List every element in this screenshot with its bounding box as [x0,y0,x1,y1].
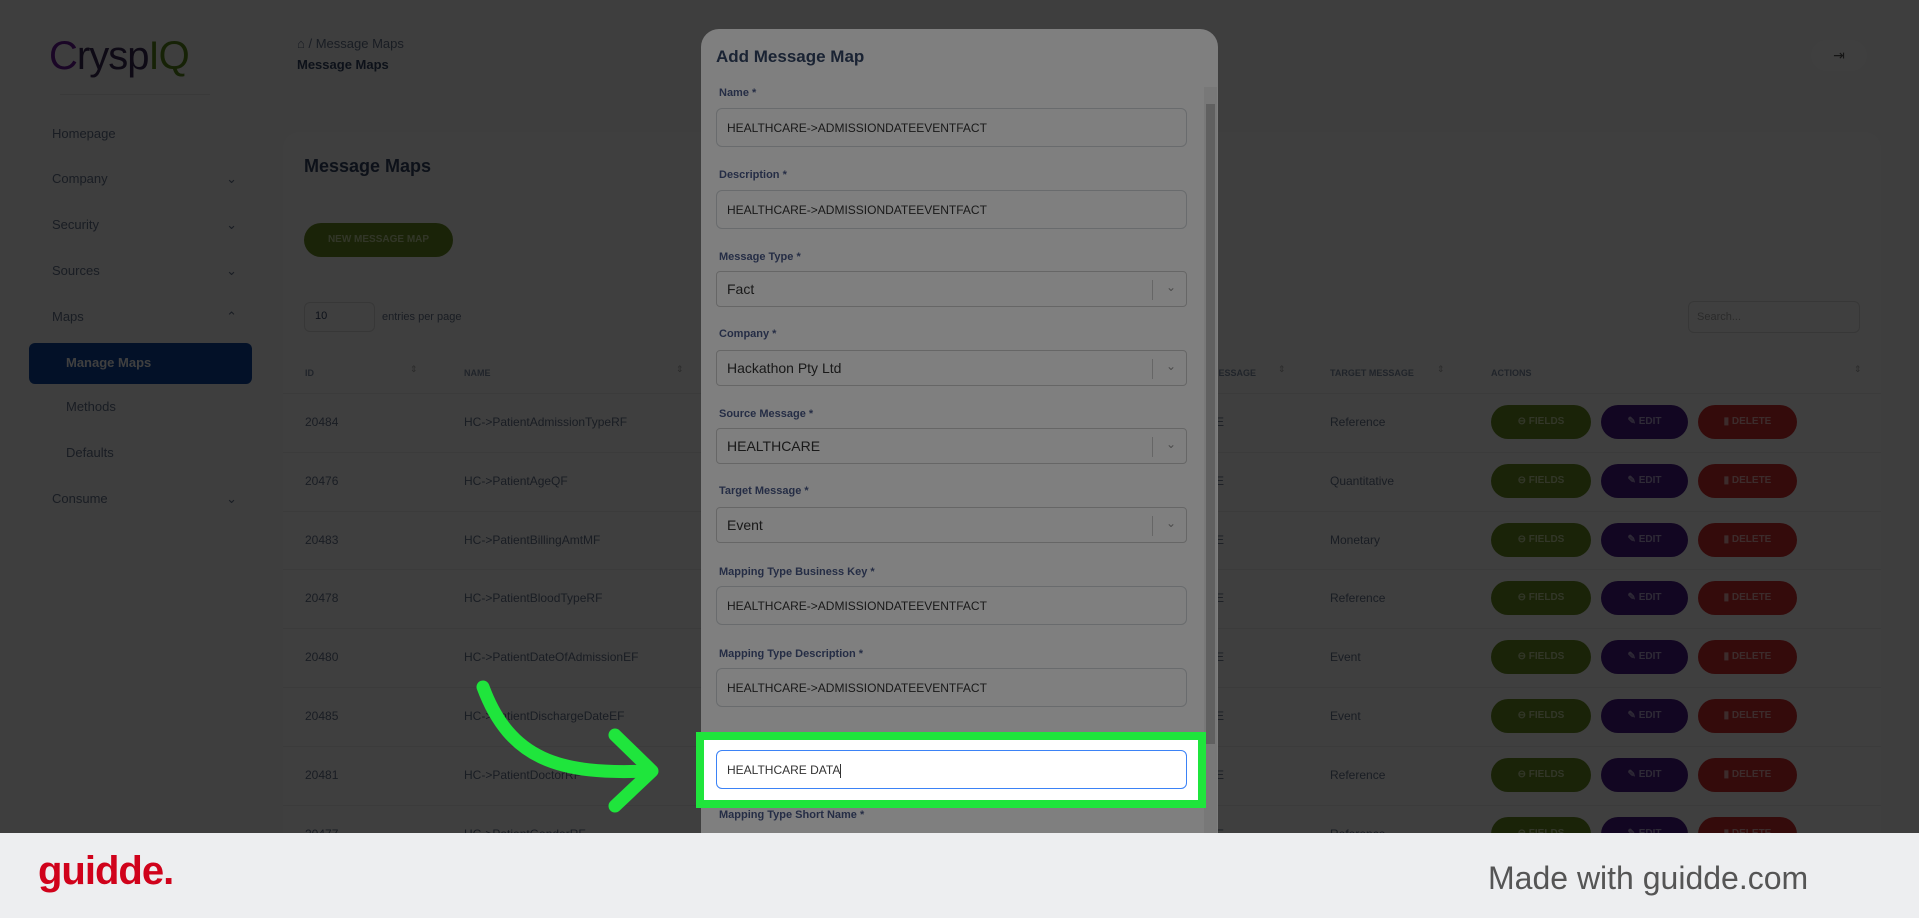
made-with-text: Made with guidde.com [1488,860,1809,896]
arrow-icon [476,680,659,813]
guidde-logo: guidde. [38,849,174,893]
